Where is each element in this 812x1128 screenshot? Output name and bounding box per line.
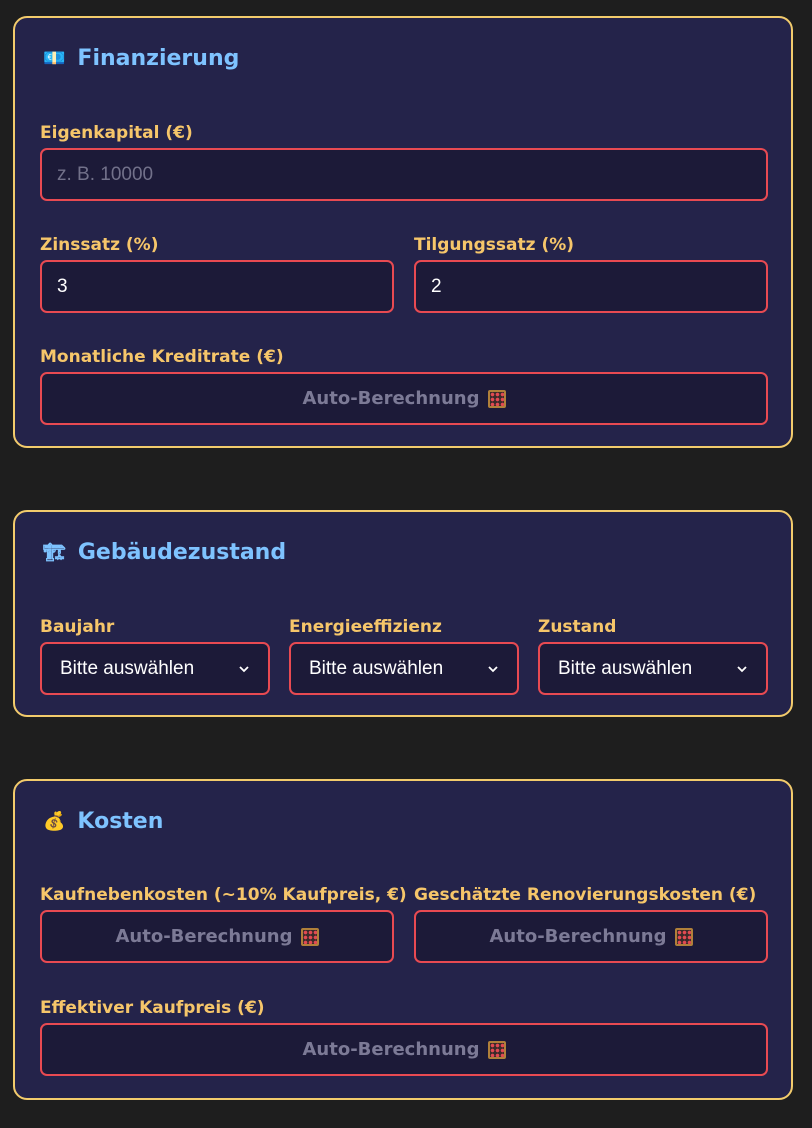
finanzierung-card: 💶 Finanzierung Eigenkapital (€) Zinssatz… (13, 16, 793, 448)
energie-select[interactable]: Bitte auswählen (289, 642, 519, 695)
effektiv-value: Auto-Berechnung (302, 1039, 480, 1060)
chevron-down-icon (239, 665, 249, 672)
nebenkosten-label: Kaufnebenkosten (~10% Kaufpreis, €) (40, 885, 407, 905)
nebenkosten-value: Auto-Berechnung (115, 926, 293, 947)
zustand-select[interactable]: Bitte auswählen (538, 642, 768, 695)
baujahr-select[interactable]: Bitte auswählen (40, 642, 270, 695)
zustand-label: Zustand (538, 617, 617, 637)
zinssatz-input[interactable] (40, 260, 394, 313)
gebaeude-card: 🏗 Gebäudezustand Baujahr Bitte auswählen… (13, 510, 793, 717)
chevron-down-icon (737, 665, 747, 672)
zinssatz-label: Zinssatz (%) (40, 235, 159, 255)
tilgungssatz-input[interactable] (414, 260, 768, 313)
eigenkapital-input[interactable] (40, 148, 768, 201)
renovierung-label: Geschätzte Renovierungskosten (€) (414, 885, 757, 905)
finanzierung-title: Finanzierung (77, 46, 240, 71)
tilgungssatz-label: Tilgungssatz (%) (414, 235, 575, 255)
finanzierung-heading: 💶 Finanzierung (43, 46, 239, 71)
effektiv-label: Effektiver Kaufpreis (€) (40, 998, 265, 1018)
zustand-value: Bitte auswählen (558, 657, 693, 679)
energie-label: Energieeffizienz (289, 617, 442, 637)
renovierung-value: Auto-Berechnung (489, 926, 667, 947)
abacus-icon (300, 927, 319, 946)
renovierung-output: Auto-Berechnung (414, 910, 768, 963)
kosten-card: 💰 Kosten Kaufnebenkosten (~10% Kaufpreis… (13, 779, 793, 1100)
kreditrate-output: Auto-Berechnung (40, 372, 768, 425)
money-bag-icon: 💰 (43, 810, 66, 832)
kosten-heading: 💰 Kosten (43, 809, 163, 834)
abacus-icon (674, 927, 693, 946)
construction-crane-icon: 🏗 (43, 541, 66, 563)
kreditrate-label: Monatliche Kreditrate (€) (40, 347, 284, 367)
nebenkosten-output: Auto-Berechnung (40, 910, 394, 963)
gebaeude-title: Gebäudezustand (77, 540, 287, 565)
abacus-icon (487, 389, 506, 408)
chevron-down-icon (488, 665, 498, 672)
abacus-icon (487, 1040, 506, 1059)
energie-value: Bitte auswählen (309, 657, 444, 679)
eigenkapital-label: Eigenkapital (€) (40, 123, 193, 143)
effektiv-output: Auto-Berechnung (40, 1023, 768, 1076)
baujahr-label: Baujahr (40, 617, 115, 637)
kosten-title: Kosten (77, 809, 164, 834)
money-icon: 💶 (43, 47, 66, 69)
kreditrate-value: Auto-Berechnung (302, 388, 480, 409)
baujahr-value: Bitte auswählen (60, 657, 195, 679)
gebaeude-heading: 🏗 Gebäudezustand (43, 540, 286, 565)
